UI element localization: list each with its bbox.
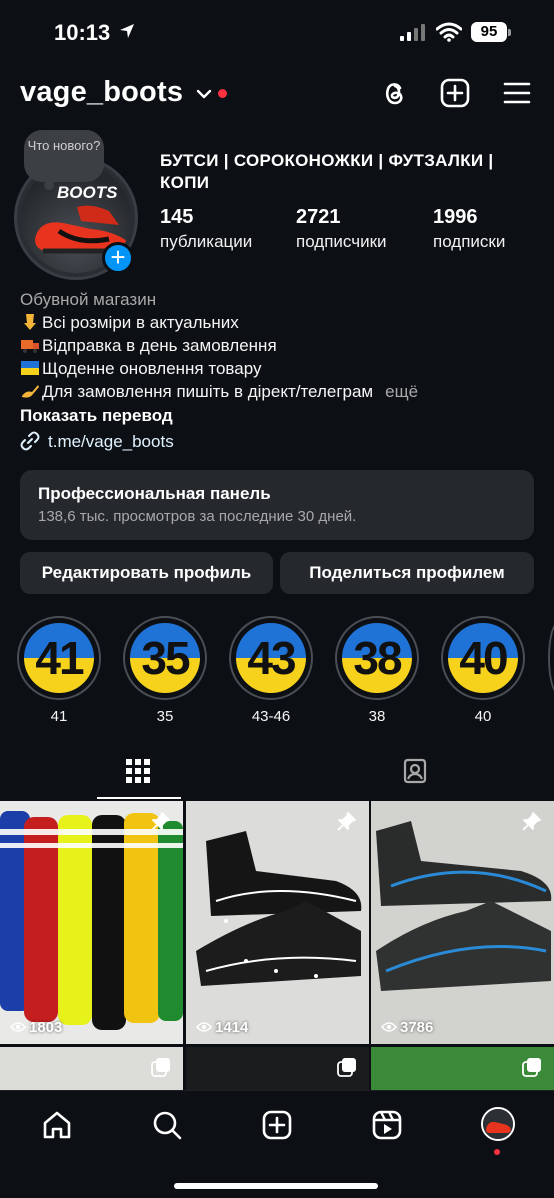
post-tile[interactable]: 1414 — [186, 801, 369, 1044]
profile-header: vage_boots — [0, 70, 554, 120]
stat-value: 1996 — [433, 206, 478, 228]
highlight-label: 40 — [474, 708, 492, 725]
notification-dot — [218, 89, 227, 98]
bio-line: Відправка в день замовлення — [20, 334, 540, 357]
reels-icon[interactable] — [371, 1109, 403, 1141]
stat-label: подписки — [433, 232, 506, 251]
boots-photo — [371, 801, 554, 1044]
stat-posts[interactable]: 145 публикации — [160, 206, 252, 252]
story-highlight[interactable]: 40 40 — [438, 616, 528, 725]
highlight-cover-number: 40 — [459, 632, 508, 684]
story-highlight[interactable]: 38 38 — [332, 616, 422, 725]
eye-icon — [381, 1022, 397, 1032]
home-icon[interactable] — [41, 1109, 73, 1141]
stat-followers[interactable]: 2721 подписчики — [296, 206, 387, 252]
story-highlight[interactable]: 35 35 — [120, 616, 210, 725]
highlight-label: 43-46 — [251, 708, 291, 725]
stat-value: 145 — [160, 206, 194, 228]
status-time: 10:13 — [54, 20, 111, 45]
display-name: БУТСИ | СОРОКОНОЖКИ | ФУТЗАЛКИ | КОПИ — [160, 151, 494, 192]
translate-link[interactable]: Показать перевод — [20, 404, 540, 427]
add-story-button[interactable]: + — [102, 242, 134, 274]
posts-grid: 1803 1414 3786 — [0, 801, 554, 1101]
cellular-signal-icon — [400, 24, 425, 41]
link-icon — [20, 431, 40, 451]
boot-image — [483, 1109, 513, 1139]
chevron-down-icon[interactable] — [196, 88, 212, 100]
bio-line: Щоденне оновлення товару — [20, 357, 540, 380]
post-views: 3786 — [381, 1019, 433, 1036]
boots-photo — [186, 801, 369, 1044]
share-profile-button[interactable]: Поделиться профилем — [280, 552, 534, 594]
pin-icon — [522, 812, 541, 831]
stat-following[interactable]: 1996 подписки — [433, 206, 505, 252]
ukraine-flag-emoji-icon — [21, 361, 39, 375]
battery-level: 95 — [471, 22, 507, 42]
search-icon[interactable] — [151, 1109, 183, 1141]
highlight-cover-number: 43 — [247, 632, 296, 684]
bio-line: Для замовлення пишіть в дірект/телеграм е… — [20, 380, 540, 403]
highlight-label: 38 — [368, 708, 386, 725]
highlight-label: 41 — [50, 708, 68, 725]
tagged-person-icon — [403, 758, 427, 784]
highlight-cover-number: 38 — [353, 632, 402, 684]
bio-category: Обувной магазин — [20, 290, 157, 309]
writing-hand-emoji-icon — [22, 385, 39, 398]
stat-label: публикации — [160, 232, 253, 251]
profile-tabs — [0, 745, 554, 801]
location-arrow-icon — [120, 24, 134, 38]
bio: Обувной магазин Всі розміри в актуальних… — [20, 288, 540, 453]
edit-profile-button[interactable]: Редактировать профиль — [20, 552, 273, 594]
pin-icon — [151, 812, 170, 831]
eye-icon — [196, 1022, 212, 1032]
story-highlight[interactable]: 41 41 — [14, 616, 104, 725]
story-highlight-partial[interactable] — [548, 622, 554, 694]
highlight-cover-number: 35 — [141, 632, 190, 684]
post-tile[interactable]: 3786 — [371, 801, 554, 1044]
menu-icon[interactable] — [502, 78, 532, 108]
note-tail — [44, 180, 54, 190]
wifi-icon — [436, 22, 462, 42]
stat-value: 2721 — [296, 206, 341, 228]
post-views: 1414 — [196, 1019, 248, 1036]
eye-icon — [10, 1022, 26, 1032]
battery-icon: 95 — [471, 22, 511, 42]
create-icon[interactable] — [261, 1109, 293, 1141]
carousel-icon — [151, 1058, 170, 1077]
post-views: 1803 — [10, 1019, 62, 1036]
bottom-navigation — [0, 1090, 554, 1198]
socks-photo — [0, 811, 183, 1030]
active-tab-indicator — [97, 797, 181, 799]
pin-icon — [337, 812, 356, 831]
note-bubble[interactable]: Что нового? — [24, 130, 104, 182]
highlight-cover-number: 41 — [35, 632, 84, 684]
story-highlight[interactable]: 43 43-46 — [226, 616, 316, 725]
pointing-down-emoji-icon — [24, 314, 36, 330]
threads-icon[interactable] — [379, 78, 409, 108]
post-tile[interactable]: 1803 — [0, 801, 183, 1044]
grid-icon — [126, 759, 150, 783]
professional-dashboard[interactable]: Профессиональная панель 138,6 тыс. просм… — [20, 470, 534, 540]
notification-dot — [494, 1149, 500, 1155]
profile-avatar-nav[interactable] — [481, 1107, 515, 1141]
bio-more-link[interactable]: ещё — [385, 382, 418, 401]
pro-panel-title: Профессиональная панель — [38, 484, 271, 503]
external-link[interactable]: t.me/vage_boots — [20, 430, 540, 453]
highlight-label: 35 — [156, 708, 174, 725]
bio-line: Всі розміри в актуальних — [20, 311, 540, 334]
status-bar: 10:13 95 — [0, 0, 554, 66]
carousel-icon — [337, 1058, 356, 1077]
home-indicator — [174, 1183, 378, 1189]
create-post-icon[interactable] — [440, 78, 470, 108]
truck-emoji-icon — [21, 340, 39, 353]
tab-tagged[interactable] — [277, 745, 554, 801]
link-text[interactable]: t.me/vage_boots — [48, 432, 174, 451]
stat-label: подписчики — [296, 232, 387, 251]
carousel-icon — [522, 1058, 541, 1077]
username[interactable]: vage_boots — [20, 76, 183, 109]
pro-panel-subtitle: 138,6 тыс. просмотров за последние 30 дн… — [38, 508, 357, 525]
tab-posts-grid[interactable] — [0, 745, 277, 801]
